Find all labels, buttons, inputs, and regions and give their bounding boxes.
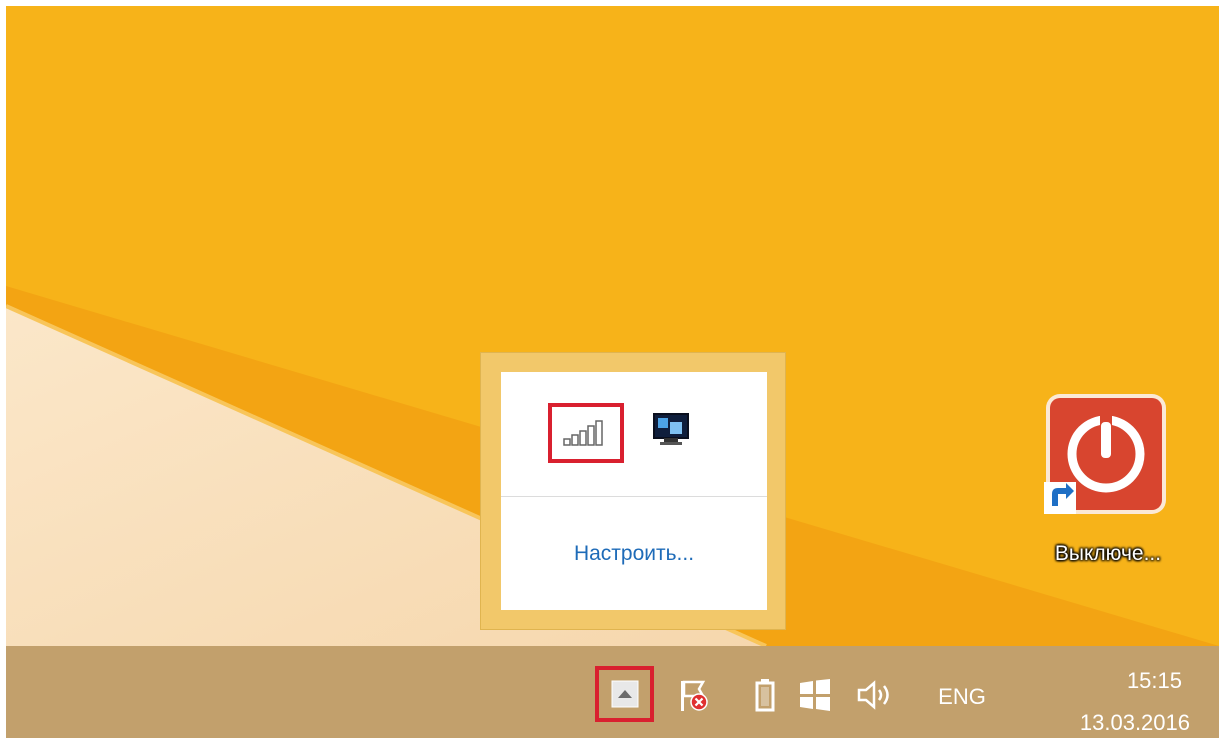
speaker-icon	[857, 680, 889, 710]
network-icon-button[interactable]	[548, 403, 624, 463]
clock-time: 15:15	[1126, 668, 1182, 693]
language-indicator[interactable]: ENG	[932, 682, 992, 712]
action-center-button[interactable]	[674, 676, 714, 714]
network-monitor-icon	[653, 413, 689, 445]
battery-icon	[755, 679, 775, 712]
taskbar: ENG 15:15 13.03.2016	[6, 646, 1219, 738]
battery-button[interactable]	[752, 678, 778, 712]
network-monitor-button[interactable]	[652, 412, 692, 446]
desktop-shortcut[interactable]: Выключе...	[1018, 392, 1198, 592]
clock-date: 13.03.2016	[1079, 710, 1190, 735]
volume-button[interactable]	[854, 678, 898, 712]
overflow-panel: Настроить...	[501, 372, 767, 610]
power-button-icon	[1044, 394, 1166, 514]
signal-strength-icon	[563, 420, 603, 446]
customize-link[interactable]: Настроить...	[501, 497, 767, 610]
taskbar-clock[interactable]: 15:15 13.03.2016	[1050, 666, 1190, 738]
shortcut-label: Выключе...	[1054, 542, 1162, 565]
notification-overflow-popup: Настроить...	[481, 353, 785, 629]
show-hidden-icons-button[interactable]	[595, 666, 654, 722]
windows-icon	[800, 679, 830, 711]
overflow-icon-row	[501, 372, 767, 497]
desktop: Выключе... Настроить...	[6, 6, 1219, 646]
action-center-flag-icon	[681, 680, 708, 711]
chevron-up-icon	[611, 680, 638, 708]
windows-button[interactable]	[796, 678, 834, 712]
